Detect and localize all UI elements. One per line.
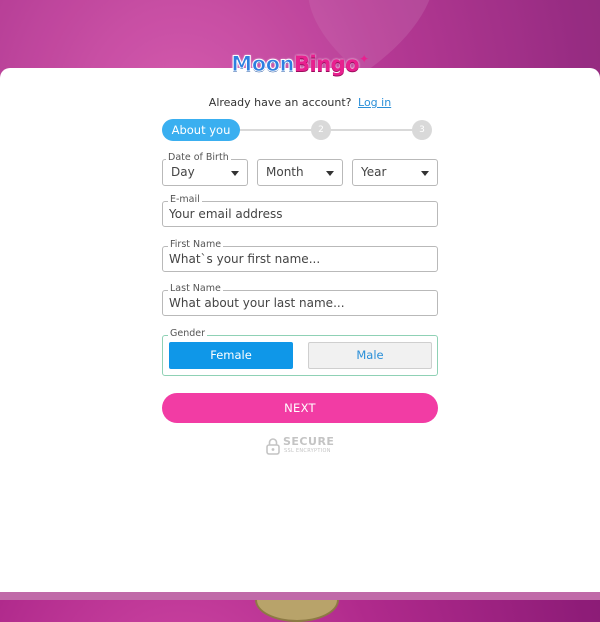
logo-bingo-text: Bingo [294, 52, 360, 76]
gender-female-button[interactable]: Female [169, 342, 293, 369]
moonbingo-logo[interactable]: MoonBingo✦ [0, 52, 600, 77]
account-prompt: Already have an account? Log in [0, 96, 600, 109]
dob-month-value: Month [266, 165, 304, 179]
sparkle-icon: ✦ [359, 52, 369, 66]
chevron-down-icon [421, 171, 429, 176]
logo-moon-text: Moon [231, 52, 295, 77]
secure-subtitle: SSL ENCRYPTION [284, 448, 331, 454]
next-button[interactable]: NEXT [162, 393, 438, 423]
step-3[interactable]: 3 [412, 120, 432, 140]
first-name-field[interactable]: First Name What`s your first name... [162, 239, 438, 272]
dob-label: Date of Birth [166, 152, 231, 164]
account-prompt-text: Already have an account? [208, 96, 352, 109]
dob-year-select[interactable]: Year [352, 159, 438, 186]
gender-male-button[interactable]: Male [308, 342, 432, 369]
last-name-field[interactable]: Last Name What about your last name... [162, 283, 438, 316]
email-field[interactable]: E-mail Your email address [162, 194, 438, 227]
first-name-placeholder: What`s your first name... [169, 252, 321, 266]
last-name-placeholder: What about your last name... [169, 296, 345, 310]
gender-group: Gender Female Male [162, 328, 438, 376]
registration-card [0, 68, 600, 592]
secure-ssl-badge: SECURE SSL ENCRYPTION [266, 435, 346, 457]
login-link[interactable]: Log in [358, 96, 391, 109]
step-about-you[interactable]: About you [162, 119, 240, 141]
progress-stepper: About you 2 3 [162, 119, 438, 141]
email-placeholder: Your email address [169, 207, 283, 221]
first-name-label: First Name [168, 239, 224, 251]
chevron-down-icon [231, 171, 239, 176]
dob-month-select[interactable]: Month [257, 159, 343, 186]
secure-title: SECURE [283, 435, 335, 448]
dob-year-value: Year [361, 165, 387, 179]
last-name-label: Last Name [168, 283, 223, 295]
email-label: E-mail [168, 194, 202, 206]
dob-day-value: Day [171, 165, 195, 179]
lock-icon [266, 438, 280, 455]
chevron-down-icon [326, 171, 334, 176]
gender-label: Gender [168, 328, 208, 340]
step-2[interactable]: 2 [311, 120, 331, 140]
